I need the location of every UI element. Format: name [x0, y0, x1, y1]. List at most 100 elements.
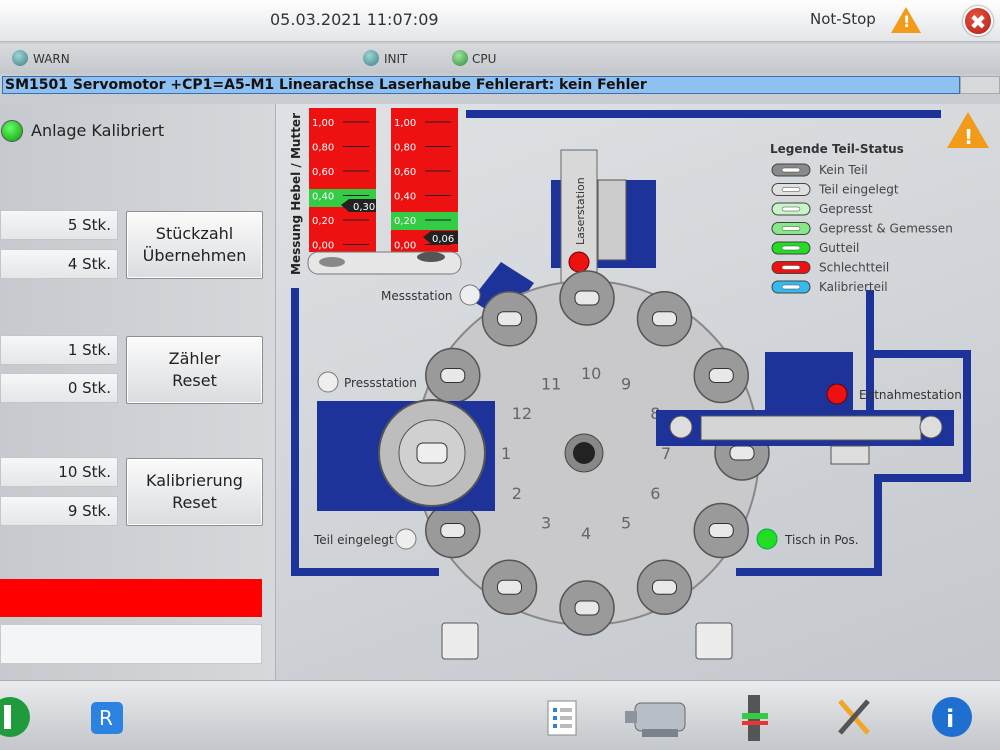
position-number: 12 — [512, 404, 532, 423]
part-inserted-label: Teil eingelegt — [313, 533, 394, 547]
machine-panel: ! Messung Hebel / Mutter 1,00 0,80 0,60 0,4… — [275, 104, 1000, 680]
legend-label: Gepresst & Gemessen — [819, 222, 953, 236]
reset-r-icon[interactable]: R — [91, 702, 123, 734]
part-icon — [440, 523, 466, 538]
calibration-reset-button[interactable]: Kalibrierung Reset — [126, 458, 263, 526]
legend-item: Kein Teil — [771, 163, 868, 177]
status-row — [0, 44, 1000, 74]
station-position-2[interactable] — [425, 502, 481, 559]
info-status-bar — [0, 624, 262, 664]
counter1-field: 1 Stk. — [0, 335, 118, 365]
station-position-4[interactable] — [559, 580, 615, 636]
gauge-title: Messung Hebel / Mutter — [289, 113, 303, 275]
removal-status-led — [826, 383, 848, 405]
frame-bottom-left — [291, 568, 439, 576]
calibration2-field: 9 Stk. — [0, 496, 118, 526]
datetime: 05.03.2021 11:07:09 — [270, 10, 439, 29]
part-icon — [652, 311, 677, 327]
error-status-bar — [0, 579, 262, 617]
part-icon — [574, 600, 600, 616]
counter-reset-button[interactable]: Zähler Reset — [126, 336, 263, 404]
init-indicator-icon — [363, 50, 379, 66]
message-bar[interactable]: SM1501 Servomotor +CP1=A5-M1 Linearachse… — [2, 76, 960, 94]
station-position-12[interactable] — [425, 347, 481, 404]
position-number: 5 — [621, 513, 631, 532]
position-number: 11 — [541, 375, 561, 394]
frame-right-outer — [963, 350, 971, 480]
part-icon — [708, 368, 734, 383]
frame-right-bottom — [874, 474, 971, 482]
reset-r-label: R — [99, 706, 113, 730]
gauge-2-value: 0,06 — [432, 234, 454, 245]
base-pad-right-icon — [695, 622, 733, 660]
legend-label: Schlechtteil — [819, 261, 889, 275]
station-position-9[interactable] — [636, 291, 693, 347]
table-hub-center-icon — [573, 442, 595, 464]
take-count-button[interactable]: Stückzahl Übernehmen — [126, 211, 263, 279]
gauge-1: 1,00 0,80 0,60 0,40 0,20 0,00 0,30 — [309, 108, 376, 252]
position-number: 6 — [650, 484, 660, 503]
station-position-10[interactable] — [559, 270, 615, 326]
base-pad-left-icon — [441, 622, 479, 660]
gauge-tick-label: 0,00 — [312, 241, 334, 252]
legend-item: Kalibrierteil — [771, 280, 888, 294]
gauge-tick-label: 0,20 — [312, 216, 334, 227]
frame-bottom-right — [736, 568, 881, 576]
position-number: 9 — [621, 375, 631, 394]
warn-label: WARN — [33, 52, 70, 66]
station-position-5[interactable] — [636, 559, 693, 615]
sensor-icon[interactable] — [742, 695, 768, 741]
part-inserted-led — [395, 528, 417, 550]
laser-slide — [597, 179, 627, 261]
toolbar-icons: R i — [0, 695, 972, 741]
station-position-8[interactable] — [693, 347, 749, 404]
gauge-tick-label: 0,80 — [394, 143, 416, 154]
station-position-11[interactable] — [481, 291, 538, 347]
axis-end-left-icon — [669, 415, 693, 439]
legend-label: Kalibrierteil — [819, 280, 888, 294]
gauge-tick-label: 0,00 — [394, 241, 416, 252]
target-count-field[interactable]: 5 Stk. — [0, 210, 118, 240]
part-icon — [440, 368, 466, 383]
document-list-icon[interactable] — [547, 700, 577, 736]
tools-icon[interactable] — [838, 699, 870, 735]
legend-label: Kein Teil — [819, 163, 868, 177]
legend-item: Schlechtteil — [771, 261, 889, 275]
station-position-3[interactable] — [481, 559, 538, 615]
part-icon — [708, 523, 734, 538]
counter-reset-label-2: Reset — [172, 371, 217, 390]
legend-label: Teil eingelegt — [818, 183, 899, 197]
calibrated-label: Anlage Kalibriert — [31, 121, 165, 140]
station-position-6[interactable] — [693, 502, 749, 559]
cpu-indicator-icon — [452, 50, 468, 66]
laser-status-led — [568, 251, 590, 273]
position-number: 10 — [581, 364, 601, 383]
legend-item: Gepresst — [771, 202, 873, 216]
take-count-label-2: Übernehmen — [142, 246, 247, 265]
start-icon[interactable] — [0, 697, 30, 737]
motor-icon[interactable] — [625, 702, 686, 737]
close-button[interactable]: ✖ — [963, 6, 993, 36]
gripper-icon — [830, 445, 870, 465]
press-die-icon — [416, 442, 448, 464]
position-number: 4 — [581, 524, 591, 543]
cpu-label: CPU — [472, 52, 497, 66]
gauge-tick-label: 0,40 — [312, 192, 334, 203]
legend-title: Legende Teil-Status — [770, 142, 904, 156]
gauge-tick-label: 0,80 — [312, 143, 334, 154]
gauge-tick-label: 0,60 — [312, 167, 334, 178]
laser-station-label: Laserstation — [574, 177, 587, 245]
warning-icon[interactable]: ! — [891, 7, 921, 33]
gauge-tick-label: 0,60 — [394, 167, 416, 178]
frame-left — [291, 288, 299, 576]
part-icon — [652, 579, 677, 595]
info-icon[interactable]: i — [932, 697, 972, 737]
counter-reset-label-1: Zähler — [168, 349, 221, 368]
message-scroll-button[interactable] — [960, 76, 1000, 94]
part-icon — [574, 290, 600, 306]
gauge-tick-label: 1,00 — [394, 118, 416, 129]
part-icon — [497, 311, 522, 327]
table-in-pos-label: Tisch in Pos. — [784, 533, 859, 547]
press-station-label: Pressstation — [344, 376, 417, 390]
part-icon — [729, 445, 755, 461]
